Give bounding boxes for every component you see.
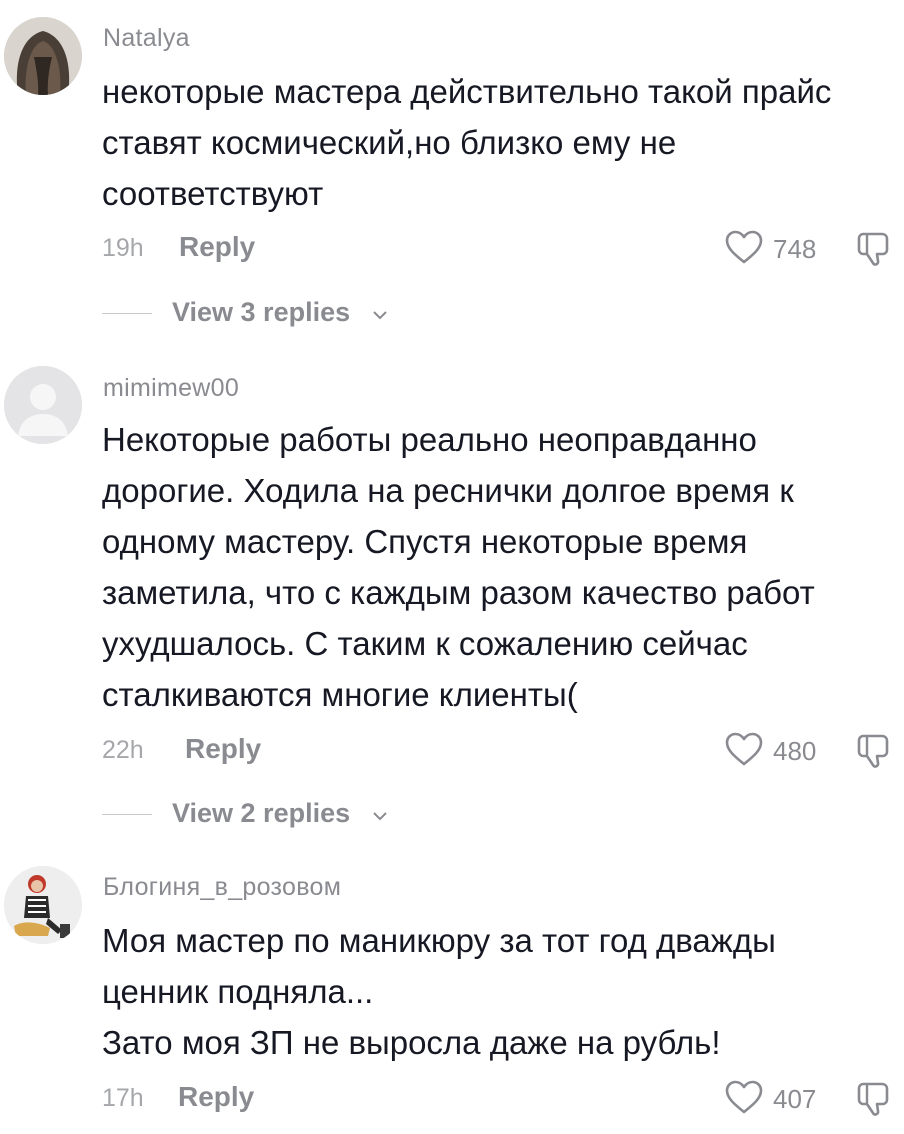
reply-button[interactable]: Reply — [179, 231, 255, 263]
comment-text: Некоторые работы реально неоправданно до… — [102, 414, 882, 720]
comment-text-line: ценник подняла... — [102, 973, 374, 1010]
comment-text-line: Некоторые работы реально неоправданно — [102, 421, 757, 458]
avatar-hair-photo — [4, 17, 82, 95]
heart-outline-icon[interactable] — [724, 730, 764, 770]
comment-text-line: Моя мастер по маникюру за тот год дважды — [102, 922, 776, 959]
chevron-down-icon — [372, 308, 388, 320]
comment-username[interactable]: Блогиня_в_розовом — [103, 873, 341, 902]
comment-text-line: ухудшалось. С таким к сожалению сейчас — [102, 625, 748, 662]
view-replies-label: View 2 replies — [172, 798, 351, 828]
comment-text-line: заметила, что с каждым разом качество ра… — [102, 574, 815, 611]
divider-line — [102, 814, 152, 815]
comment-time: 17h — [102, 1084, 144, 1112]
avatar[interactable] — [4, 866, 82, 944]
thumbs-down-icon[interactable] — [855, 228, 895, 268]
view-replies-label: View 3 replies — [172, 297, 351, 327]
divider-line — [102, 313, 152, 314]
comment-text-line: сталкиваются многие клиенты( — [102, 676, 578, 713]
like-count: 480 — [773, 736, 817, 766]
avatar[interactable] — [4, 17, 82, 95]
comment-text: некоторые мастера действительно такой пр… — [102, 66, 882, 219]
comment-actions: 22h Reply 480 — [102, 730, 892, 770]
reply-button[interactable]: Reply — [178, 1081, 254, 1113]
view-replies-button[interactable]: View 3 replies — [102, 296, 422, 330]
reply-button[interactable]: Reply — [185, 733, 261, 765]
comment-text-line: некоторые мастера действительно такой пр… — [102, 73, 832, 110]
avatar[interactable] — [4, 366, 82, 444]
comment-text-line: Зато моя ЗП не выросла даже на рубль! — [102, 1024, 721, 1061]
comment-username[interactable]: Natalya — [103, 24, 190, 53]
chevron-down-icon — [372, 809, 388, 821]
comment-text-line: ставят космический,но близко ему не — [102, 124, 677, 161]
comment-time: 19h — [102, 234, 144, 262]
avatar-person-photo — [4, 866, 82, 944]
default-avatar-icon — [4, 366, 82, 444]
comment-time: 22h — [102, 736, 144, 764]
comment-actions: 19h Reply 748 — [102, 228, 892, 268]
comment-username[interactable]: mimimew00 — [103, 374, 239, 403]
comment-actions: 17h Reply 407 — [102, 1078, 892, 1118]
comment-text-line: одному мастеру. Спустя некоторые время — [102, 523, 748, 560]
thumbs-down-icon[interactable] — [855, 1078, 895, 1118]
like-count: 748 — [773, 234, 817, 264]
view-replies-button[interactable]: View 2 replies — [102, 797, 422, 831]
heart-outline-icon[interactable] — [724, 1078, 764, 1118]
comment-text-line: соответствуют — [102, 175, 324, 212]
thumbs-down-icon[interactable] — [855, 730, 895, 770]
heart-outline-icon[interactable] — [724, 228, 764, 268]
comment-text: Моя мастер по маникюру за тот год дважды… — [102, 915, 882, 1068]
like-count: 407 — [773, 1084, 817, 1114]
comment-text-line: дорогие. Ходила на реснички долгое время… — [102, 472, 794, 509]
